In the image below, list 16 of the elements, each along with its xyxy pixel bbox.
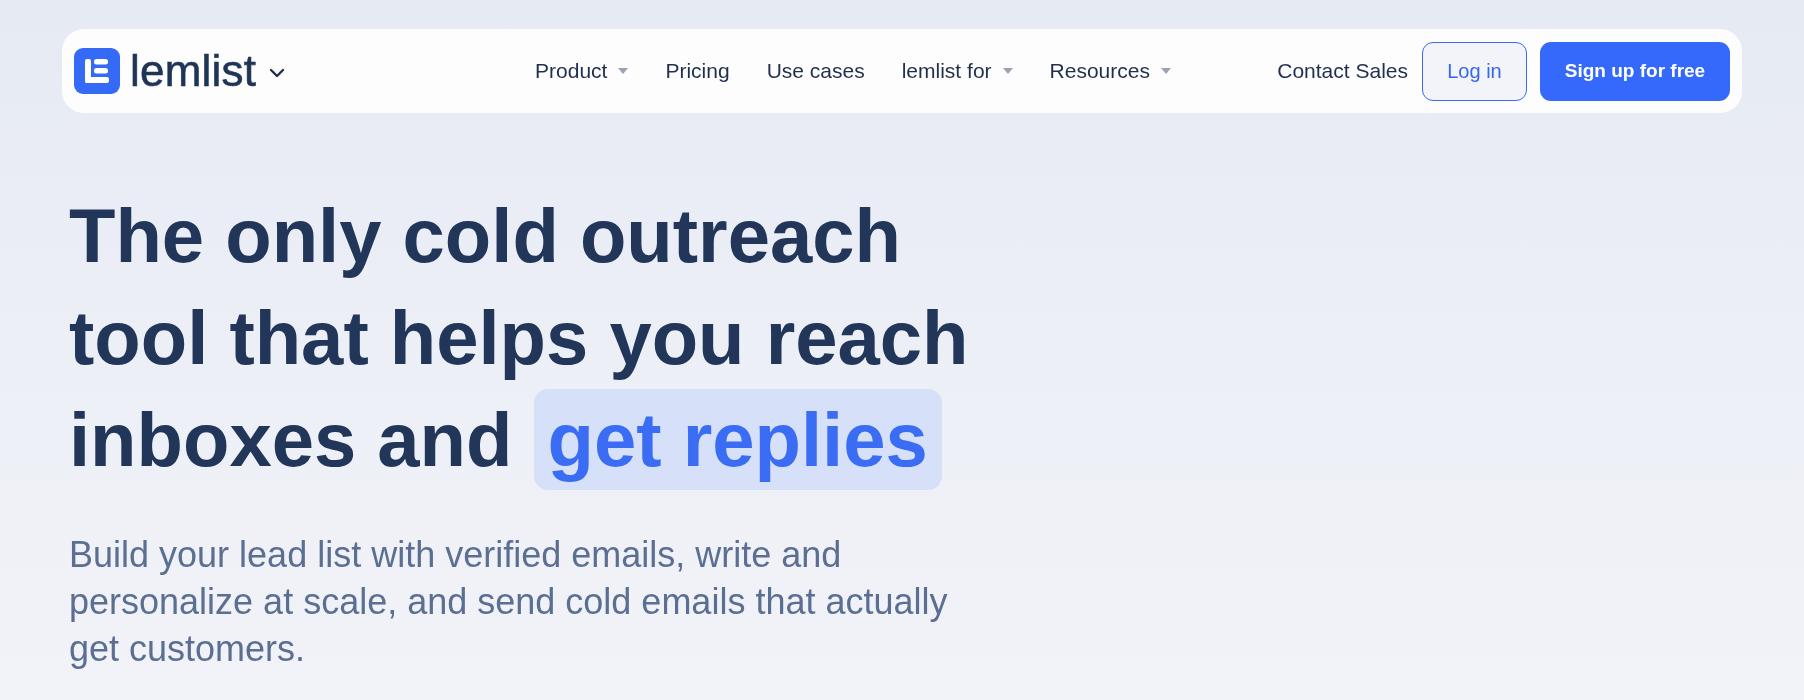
logo-icon[interactable]: [74, 48, 120, 94]
hero-headline: The only cold outreach tool that helps you reach inboxes and get replies: [69, 185, 1009, 491]
hero-subtitle: Build your lead list with verified emails, write and personalize at scale, and send cold emails that actually get customers.: [69, 533, 949, 671]
chevron-down-icon[interactable]: [269, 68, 286, 78]
nav-link[interactable]: Pricing: [665, 59, 730, 83]
caret-down-icon[interactable]: [1002, 68, 1013, 74]
brand-wordmark[interactable]: lemlist: [130, 49, 257, 93]
nav-link[interactable]: lemlist for: [901, 59, 1013, 83]
nav-link[interactable]: Resources: [1049, 59, 1171, 83]
signup-button[interactable]: Sign up for free: [1540, 41, 1730, 101]
caret-down-icon[interactable]: [1160, 68, 1171, 74]
contact-sales-link[interactable]: Contact Sales: [1277, 59, 1408, 83]
login-button[interactable]: Log in: [1422, 41, 1527, 101]
caret-down-icon[interactable]: [618, 68, 629, 74]
nav-link[interactable]: Use cases: [766, 59, 865, 83]
nav-link[interactable]: Product: [535, 59, 629, 83]
